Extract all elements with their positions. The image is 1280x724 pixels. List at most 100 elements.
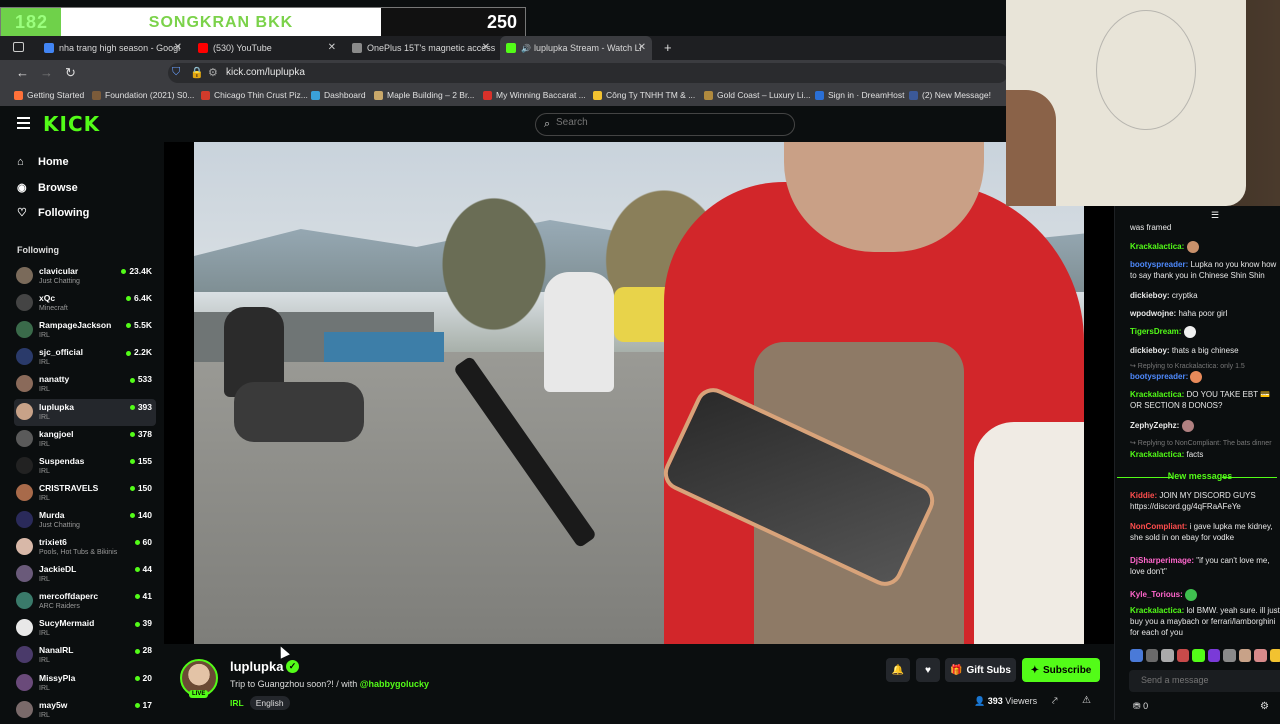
notification-bell-button[interactable]: 🔔 (886, 658, 910, 682)
share-icon[interactable]: ⤤ (1052, 696, 1058, 707)
chat-username[interactable]: Krackalactica: (1130, 606, 1184, 615)
gift-subs-button[interactable]: 🎁Gift Subs (945, 658, 1016, 682)
chat-username[interactable]: DjSharperimage: (1130, 556, 1194, 565)
close-icon[interactable]: ✕ (638, 42, 646, 53)
emote-icon[interactable] (1177, 649, 1190, 662)
nav-home[interactable]: ⌂Home (17, 156, 69, 168)
bookmark-item[interactable]: (2) New Message! (909, 90, 991, 100)
chat-username[interactable]: dickieboy: (1130, 346, 1170, 355)
bookmark-item[interactable]: Công Ty TNHH TM & ... (593, 90, 695, 100)
report-icon[interactable]: ⚠ (1082, 695, 1091, 706)
chat-username[interactable]: bootyspreader: (1130, 260, 1188, 269)
live-dot-icon (130, 486, 135, 491)
nav-following[interactable]: ♡Following (17, 206, 89, 219)
emote-icon[interactable] (1161, 649, 1174, 662)
shield-icon[interactable]: ⛉ (172, 66, 180, 79)
close-icon[interactable]: ✕ (482, 42, 490, 53)
video-frame[interactable] (194, 142, 1084, 644)
emote-icon[interactable] (1146, 649, 1159, 662)
search-bar[interactable]: ⌕ (535, 113, 795, 136)
chat-username[interactable]: Krackalactica: (1130, 450, 1184, 459)
chat-username[interactable]: NonCompliant: (1130, 522, 1187, 531)
close-icon[interactable]: ✕ (174, 42, 182, 53)
sidebar-channel-mercoffdaperc[interactable]: mercoffdapercARC Raiders41 (14, 588, 156, 615)
tab-kick-active[interactable]: 🔊 luplupka Stream - Watch Li ✕ (500, 36, 652, 60)
sidebar-channel-murda[interactable]: MurdaJust Chatting140 (14, 507, 156, 534)
new-messages-divider[interactable]: New messages (1125, 471, 1275, 481)
url-text[interactable]: kick.com/luplupka (226, 67, 305, 78)
tab-youtube[interactable]: (530) YouTube ✕ (192, 36, 342, 60)
menu-icon[interactable] (17, 117, 30, 132)
emote-icon[interactable] (1223, 649, 1236, 662)
bookmark-item[interactable]: Foundation (2021) S0... (92, 90, 194, 100)
sidebar-channel-kangjoel[interactable]: kangjoelIRL378 (14, 426, 156, 453)
emote-icon[interactable] (1270, 649, 1280, 662)
chat-username[interactable]: ZephyZephz: (1130, 421, 1179, 430)
channel-viewers: 5.5K (126, 320, 152, 330)
nav-browse[interactable]: ◉Browse (17, 181, 78, 194)
sidebar-channel-cristravels[interactable]: CRISTRAVELSIRL150 (14, 480, 156, 507)
chat-username[interactable]: bootyspreader: (1130, 372, 1188, 381)
chat-username[interactable]: Kiddie: (1130, 491, 1157, 500)
tab-list-icon[interactable] (13, 42, 24, 52)
sidebar-channel-suspendas[interactable]: SuspendasIRL155 (14, 453, 156, 480)
chat-username[interactable]: TigersDream: (1130, 327, 1181, 336)
chat-input[interactable] (1141, 675, 1280, 685)
chat-username[interactable]: Kyle_Torious: (1130, 590, 1183, 599)
chat-username[interactable]: Krackalactica: (1130, 390, 1184, 399)
tab-google[interactable]: nha trang high season - Googl ✕ (38, 36, 188, 60)
new-tab-button[interactable]: + (664, 40, 672, 55)
chat-username[interactable]: wpodwojne: (1130, 309, 1176, 318)
emote-icon[interactable] (1192, 649, 1205, 662)
chat-username[interactable]: dickieboy: (1130, 291, 1170, 300)
video-player[interactable] (164, 142, 1114, 644)
address-bar[interactable]: ⛉ 🔒 ⚙ kick.com/luplupka (168, 63, 1008, 83)
category-link[interactable]: IRL (230, 698, 244, 708)
search-input[interactable] (556, 117, 756, 128)
bookmark-item[interactable]: Maple Building – 2 Br... (374, 90, 474, 100)
reload-icon[interactable]: ↻ (65, 65, 76, 81)
sidebar-channel-nanalrl[interactable]: NanalRLIRL28 (14, 642, 156, 669)
page-info-icon[interactable]: ⚙ (208, 66, 218, 79)
channel-category: IRL (39, 685, 50, 692)
chat-input-box[interactable] (1129, 670, 1280, 692)
sidebar-channel-nanatty[interactable]: nanattyIRL533 (14, 371, 156, 398)
bookmark-item[interactable]: Dashboard (311, 90, 366, 100)
tab-oneplus[interactable]: OnePlus 15T's magnetic access ✕ (346, 36, 496, 60)
back-icon[interactable]: ← (16, 65, 29, 80)
emote-icon[interactable] (1208, 649, 1221, 662)
sidebar-channel-clavicular[interactable]: clavicularJust Chatting23.4K (14, 263, 156, 290)
bookmark-item[interactable]: Chicago Thin Crust Piz... (201, 90, 308, 100)
channel-viewers: 533 (130, 374, 152, 384)
settings-icon[interactable]: ⚙ (1260, 701, 1269, 712)
sidebar-channel-missypla[interactable]: MissyPlaIRL20 (14, 670, 156, 697)
sidebar-channel-sucymermaid[interactable]: SucyMermaidIRL39 (14, 615, 156, 642)
chat-points[interactable]: ⛃ 0 (1133, 701, 1148, 712)
sidebar-channel-rampagejackson[interactable]: RampageJacksonIRL5.5K (14, 317, 156, 344)
bookmark-item[interactable]: Getting Started (14, 90, 84, 100)
lock-icon[interactable]: 🔒 (190, 66, 204, 79)
filter-icon[interactable]: ☰ (1211, 210, 1219, 221)
close-icon[interactable]: ✕ (328, 42, 336, 53)
sidebar-channel-sjc_official[interactable]: sjc_officialIRL2.2K (14, 344, 156, 371)
sidebar-channel-jackiedl[interactable]: JackieDLIRL44 (14, 561, 156, 588)
subscribe-button[interactable]: ✦Subscribe (1022, 658, 1100, 682)
bookmark-item[interactable]: Sign in · DreamHost (815, 90, 905, 100)
sidebar-channel-luplupka[interactable]: luplupkaIRL393 (14, 399, 156, 426)
sidebar-channel-trixiet6[interactable]: trixiet6Pools, Hot Tubs & Bikinis60 (14, 534, 156, 561)
bookmark-item[interactable]: My Winning Baccarat ... (483, 90, 586, 100)
sidebar-channel-xqc[interactable]: xQcMinecraft6.4K (14, 290, 156, 317)
emote-icon[interactable] (1239, 649, 1252, 662)
chat-username[interactable]: Krackalactica: (1130, 242, 1184, 251)
language-tag[interactable]: English (250, 696, 290, 710)
kick-logo[interactable]: KICK (43, 112, 100, 136)
bookmark-item[interactable]: Gold Coast – Luxury Li... (704, 90, 811, 100)
emote-icon[interactable] (1254, 649, 1267, 662)
emote-icon[interactable] (1130, 649, 1143, 662)
passenger (544, 272, 614, 392)
mention-link[interactable]: @habbygolucky (360, 679, 429, 689)
forward-icon[interactable]: → (40, 65, 53, 80)
overlay-title: SONGKRAN BKK (61, 8, 381, 37)
streamer-name[interactable]: luplupka (230, 659, 283, 674)
follow-button[interactable]: ♥ (916, 658, 940, 682)
